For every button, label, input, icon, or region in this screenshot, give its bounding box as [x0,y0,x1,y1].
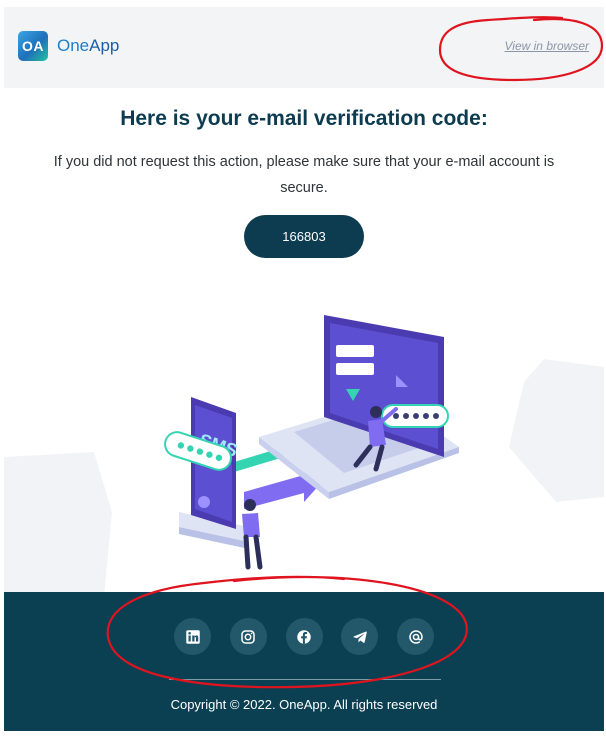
copyright-text: Copyright © 2022. OneApp. All rights res… [170,697,438,712]
footer-divider [169,679,441,680]
subtitle-text: If you did not request this action, plea… [53,154,555,196]
facebook-icon[interactable] [285,618,323,655]
person-phone [242,499,263,570]
oneapp-logo[interactable]: OA OneApp [18,29,119,62]
logo-text-app: App [89,35,120,55]
bg-shape-right [509,359,604,502]
linkedin-icon[interactable] [174,618,211,655]
instagram-icon[interactable] [229,618,267,655]
social-links [174,618,434,655]
logo-text-one: One [57,35,90,55]
bg-shape-left [4,452,112,597]
telegram-icon[interactable] [341,618,379,655]
logo-text: OneApp [57,36,119,56]
verification-code-button[interactable]: 166803 [244,215,364,258]
logo-mark-icon: OA [18,30,48,61]
page-title: Here is your e-mail verification code: [120,107,488,130]
verification-illustration: SMS [4,315,604,597]
view-in-browser-link[interactable]: View in browser [505,39,589,53]
email-frame: OA OneApp View in browser Here is your e… [4,7,604,731]
email-footer: Copyright © 2022. OneApp. All rights res… [4,592,604,731]
email-at-icon[interactable] [397,618,434,655]
email-header: OA OneApp View in browser [4,7,604,88]
